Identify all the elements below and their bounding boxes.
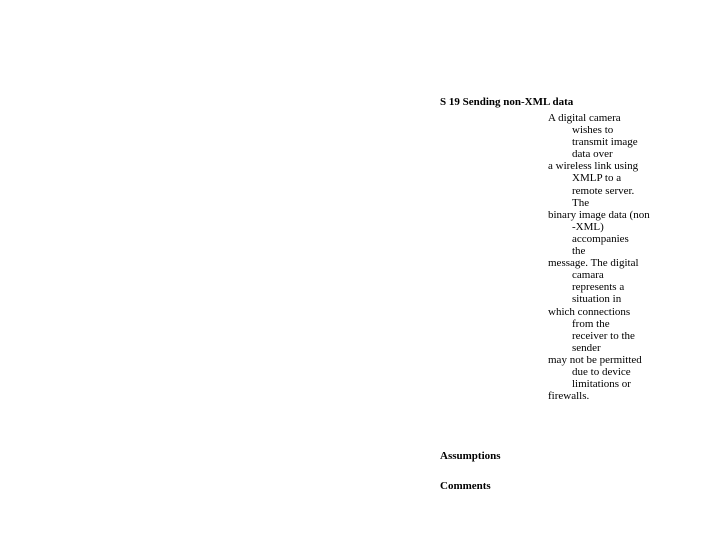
desc-line: which connections bbox=[548, 306, 660, 318]
desc-line: wishes to bbox=[572, 124, 660, 136]
desc-line: situation in bbox=[572, 293, 660, 305]
desc-line: -XML) bbox=[572, 221, 660, 233]
desc-line: firewalls. bbox=[548, 390, 660, 402]
desc-line: sender bbox=[572, 342, 660, 354]
desc-line: the bbox=[572, 245, 660, 257]
desc-line: The bbox=[572, 197, 660, 209]
desc-line: A digital camera bbox=[548, 112, 660, 124]
desc-line: camara bbox=[572, 269, 660, 281]
comments-heading: Comments bbox=[440, 480, 491, 492]
desc-line: XMLP to a bbox=[572, 172, 660, 184]
desc-line: binary image data (non bbox=[548, 209, 660, 221]
desc-line: due to device bbox=[572, 366, 660, 378]
desc-line: represents a bbox=[572, 281, 660, 293]
desc-line: data over bbox=[572, 148, 660, 160]
desc-line: remote server. bbox=[572, 185, 660, 197]
desc-line: from the bbox=[572, 318, 660, 330]
desc-line: a wireless link using bbox=[548, 160, 660, 172]
desc-line: message. The digital bbox=[548, 257, 660, 269]
desc-line: transmit image bbox=[572, 136, 660, 148]
description-block: A digital camera wishes to transmit imag… bbox=[548, 112, 660, 402]
desc-line: limitations or bbox=[572, 378, 660, 390]
desc-line: accompanies bbox=[572, 233, 660, 245]
section-heading: S 19 Sending non-XML data bbox=[440, 96, 573, 108]
desc-line: receiver to the bbox=[572, 330, 660, 342]
desc-line: may not be permitted bbox=[548, 354, 660, 366]
assumptions-heading: Assumptions bbox=[440, 450, 501, 462]
